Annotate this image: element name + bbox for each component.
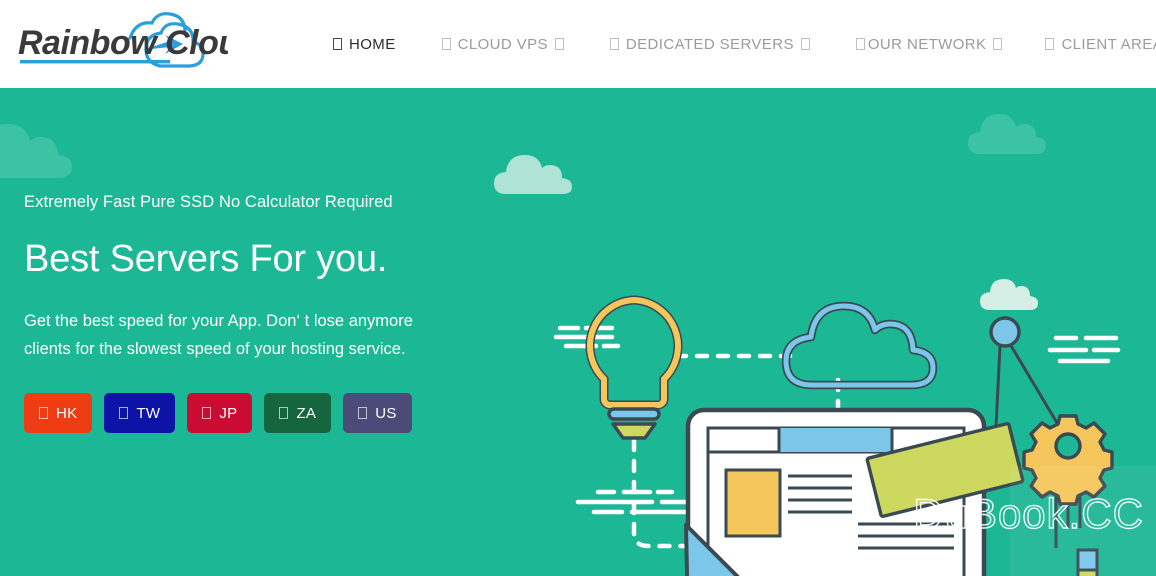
- main-navigation: HOME CLOUD VPS DEDICATED SERVERS OUR NET…: [310, 0, 1156, 88]
- nav-item-label: OUR NETWORK: [867, 35, 987, 53]
- region-button-tw[interactable]: TW: [104, 393, 176, 434]
- tofu-glyph-icon: [855, 38, 865, 50]
- nav-item-label: CLOUD VPS: [457, 35, 548, 53]
- hero-section: DuBook.CC Extremely Fast Pure SSD No Cal…: [0, 88, 1156, 576]
- bg-cloud-topright-icon: [968, 114, 1046, 154]
- tofu-glyph-icon: [441, 38, 451, 50]
- nav-item-label: HOME: [349, 35, 396, 53]
- hero-subcopy: Get the best speed for your App. Don‘ t …: [24, 311, 413, 358]
- region-button-group: HK TW JP ZA US: [24, 393, 454, 434]
- nav-item-dedicated-servers[interactable]: DEDICATED SERVERS: [587, 36, 833, 53]
- chevron-down-icon: [993, 38, 1003, 50]
- brand-logo[interactable]: Rainbow Cloud: [10, 10, 228, 70]
- cursor-arrow-icon: [684, 523, 740, 576]
- chevron-down-icon: [800, 38, 810, 50]
- tofu-glyph-icon: [39, 407, 48, 420]
- region-button-jp[interactable]: JP: [187, 393, 253, 434]
- tofu-glyph-icon: [119, 407, 129, 420]
- tofu-glyph-icon: [609, 38, 619, 50]
- page-root: Rainbow Cloud HOME CLOUD VPS DEDICATED S…: [0, 0, 1156, 576]
- bg-cloud-mint-icon: [494, 155, 572, 194]
- nav-item-cloud-vps[interactable]: CLOUD VPS: [419, 36, 587, 53]
- region-button-us[interactable]: US: [343, 393, 412, 434]
- tofu-glyph-icon: [1045, 38, 1055, 50]
- region-button-hk[interactable]: HK: [24, 393, 93, 434]
- nav-item-label: DEDICATED SERVERS: [625, 35, 794, 53]
- region-button-label: TW: [136, 404, 161, 422]
- nav-item-label: CLIENT AREA: [1061, 35, 1156, 53]
- tofu-glyph-icon: [279, 407, 289, 420]
- hero-eyebrow: Extremely Fast Pure SSD No Calculator Re…: [24, 193, 393, 211]
- tofu-glyph-icon: [333, 38, 342, 50]
- region-button-label: JP: [219, 404, 238, 422]
- hero-headline: Best Servers For you.: [24, 237, 388, 280]
- chevron-down-icon: [554, 38, 564, 50]
- svg-text:Rainbow Cloud: Rainbow Cloud: [18, 24, 228, 62]
- nav-item-our-network[interactable]: OUR NETWORK: [833, 36, 1023, 53]
- site-header: Rainbow Cloud HOME CLOUD VPS DEDICATED S…: [0, 0, 1156, 88]
- rainbow-cloud-logo-icon: Rainbow Cloud: [18, 12, 228, 68]
- bg-cloud-left-icon: [0, 124, 72, 178]
- tofu-glyph-icon: [202, 407, 212, 420]
- region-button-label: HK: [56, 404, 78, 422]
- watermark-text: DuBook.CC: [913, 489, 1144, 537]
- region-button-label: US: [375, 404, 397, 422]
- cloud-outline-icon: [781, 301, 938, 390]
- lightbulb-icon: [585, 295, 683, 440]
- region-button-za[interactable]: ZA: [264, 393, 332, 434]
- hero-copy: Extremely Fast Pure SSD No Calculator Re…: [24, 193, 454, 434]
- small-cloud-node: [980, 279, 1038, 348]
- region-button-label: ZA: [296, 404, 317, 422]
- nav-item-home[interactable]: HOME: [310, 36, 419, 53]
- nav-item-client-area[interactable]: CLIENT AREA: [1022, 36, 1156, 53]
- tofu-glyph-icon: [358, 407, 368, 420]
